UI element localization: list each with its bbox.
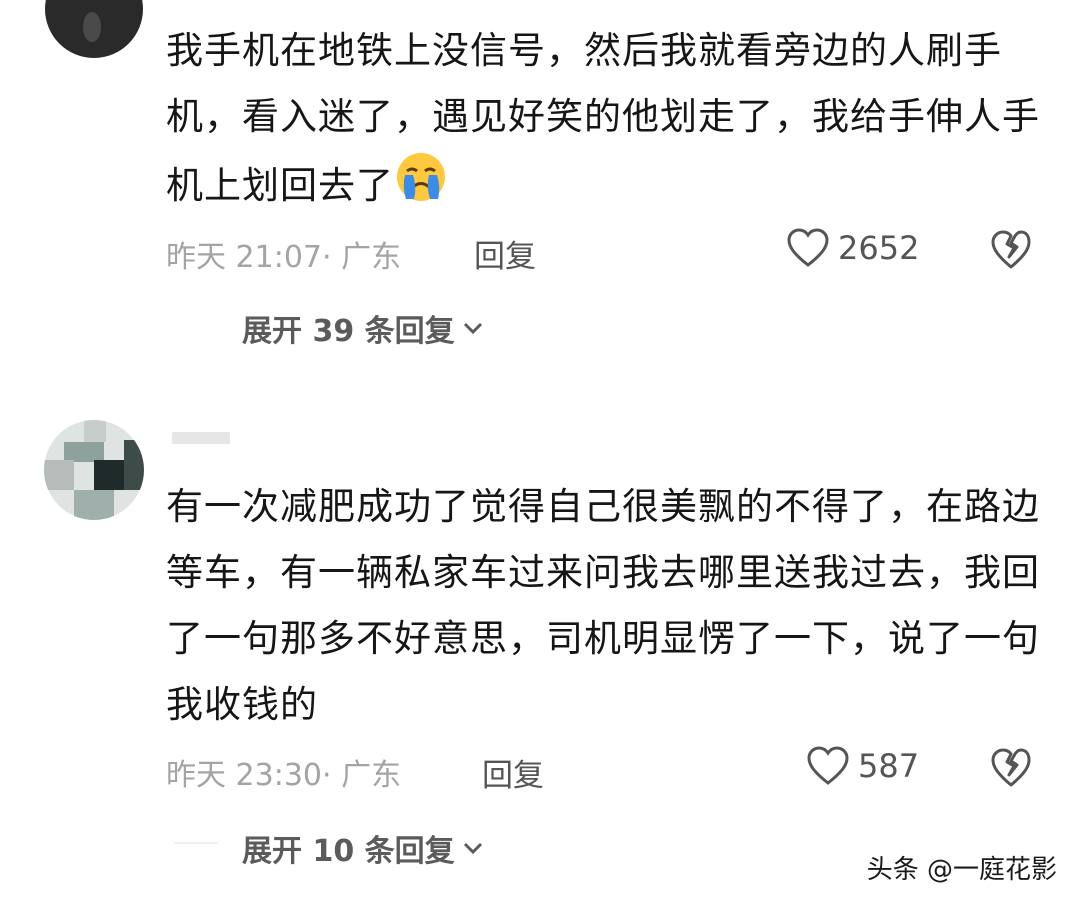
dislike-button[interactable] (990, 748, 1032, 792)
like-button[interactable]: 2652 (786, 228, 919, 268)
avatar-pixel (44, 460, 74, 490)
heart-outline-icon (807, 746, 849, 785)
reply-button[interactable]: 回复 (482, 750, 544, 795)
watermark: 头条 @一庭花影 (866, 855, 1057, 885)
heart-outline-icon (787, 228, 829, 267)
reply-button[interactable]: 回复 (474, 231, 536, 276)
avatar-pixel (74, 490, 114, 520)
expand-replies-label: 展开 10 条回复 (242, 834, 455, 869)
comment-time-location: 昨天 21:07· 广东 (166, 240, 402, 275)
avatar[interactable] (44, 420, 144, 520)
chevron-down-icon (463, 322, 482, 335)
comment-time-location: 昨天 23:30· 广东 (166, 758, 402, 793)
comment-text: 我手机在地铁上没信号，然后我就看旁边的人刷手机，看入迷了，遇见好笑的他划走了，我… (166, 18, 1046, 225)
expand-replies-button[interactable]: 展开 39 条回复 (242, 306, 485, 350)
broken-heart-icon (991, 748, 1031, 787)
broken-heart-icon (991, 230, 1031, 269)
dislike-button[interactable] (990, 230, 1032, 274)
avatar-pixel (124, 440, 144, 490)
like-count: 2652 (838, 229, 920, 267)
avatar-highlight (83, 12, 101, 42)
comment-text: 有一次减肥成功了觉得自己很美飘的不得了，在路边等车，有一辆私家车过来问我去哪里送… (166, 485, 1040, 726)
avatar-pixel (64, 442, 104, 462)
expand-replies-label: 展开 39 条回复 (242, 314, 455, 349)
avatar[interactable] (45, 0, 143, 58)
username-placeholder[interactable] (172, 432, 230, 444)
expand-replies-button[interactable]: 展开 10 条回复 (242, 826, 485, 870)
like-button[interactable]: 587 (806, 746, 919, 786)
avatar-pixel (84, 420, 106, 442)
avatar-pixel (94, 460, 124, 490)
divider (174, 842, 218, 844)
crying-face-emoji-icon (394, 150, 448, 225)
like-count: 587 (858, 747, 920, 785)
chevron-down-icon (463, 842, 482, 855)
